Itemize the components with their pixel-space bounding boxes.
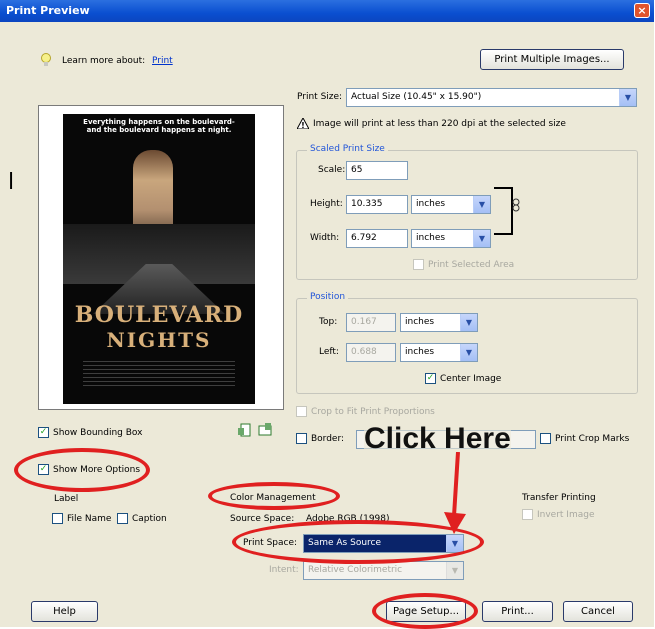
width-unit-select[interactable]: inches ▼ bbox=[411, 229, 491, 248]
annotation-arrow bbox=[444, 452, 466, 534]
print-size-value: Actual Size (10.45" x 15.90") bbox=[351, 92, 482, 102]
side-letter: l bbox=[8, 170, 15, 195]
scale-input[interactable]: 65 bbox=[346, 161, 408, 180]
file-name-label: File Name bbox=[67, 514, 112, 524]
poster-tagline: Everything happens on the boulevard- and… bbox=[83, 118, 235, 134]
top-label: Top: bbox=[319, 317, 338, 327]
learn-more-label: Learn more about: bbox=[62, 56, 146, 66]
svg-text:!: ! bbox=[301, 121, 305, 129]
intent-value: Relative Colorimetric bbox=[308, 565, 403, 575]
top-input[interactable]: 0.167 bbox=[346, 313, 396, 332]
file-name-checkbox[interactable] bbox=[52, 513, 63, 524]
invert-image-checkbox[interactable] bbox=[522, 509, 533, 520]
lightbulb-icon bbox=[41, 53, 51, 66]
poster-image: Everything happens on the boulevard- and… bbox=[63, 114, 255, 404]
label-section-title: Label bbox=[54, 494, 79, 504]
height-label: Height: bbox=[310, 199, 343, 209]
position-title: Position bbox=[307, 292, 349, 302]
left-unit-select[interactable]: inches ▼ bbox=[400, 343, 478, 362]
show-bounding-box-checkbox[interactable]: ✓ bbox=[38, 427, 49, 438]
scale-label: Scale: bbox=[318, 165, 346, 175]
border-checkbox[interactable] bbox=[296, 433, 307, 444]
print-help-link[interactable]: Print bbox=[152, 56, 173, 66]
print-preview-area: Everything happens on the boulevard- and… bbox=[38, 105, 284, 410]
annotation-oval-show-more-options bbox=[14, 448, 150, 492]
chevron-down-icon[interactable]: ▼ bbox=[473, 230, 490, 247]
show-bounding-box-label: Show Bounding Box bbox=[53, 428, 143, 438]
chevron-down-icon[interactable]: ▼ bbox=[619, 89, 636, 106]
poster-title-line2: NIGHTS bbox=[106, 328, 212, 352]
crop-to-fit-checkbox[interactable] bbox=[296, 406, 307, 417]
invert-image-label: Invert Image bbox=[537, 510, 595, 520]
chevron-down-icon[interactable]: ▼ bbox=[460, 314, 477, 331]
print-button[interactable]: Print... bbox=[482, 601, 553, 622]
intent-label: Intent: bbox=[269, 565, 299, 575]
close-icon[interactable]: × bbox=[634, 3, 650, 18]
print-selected-area-label: Print Selected Area bbox=[428, 260, 515, 270]
window-title: Print Preview bbox=[6, 4, 90, 17]
chevron-down-icon[interactable]: ▼ bbox=[460, 344, 477, 361]
annotation-oval-color-management bbox=[208, 482, 340, 510]
source-space-label: Source Space: bbox=[230, 514, 295, 524]
scaled-print-size-title: Scaled Print Size bbox=[307, 144, 388, 154]
click-here-label: Click Here bbox=[364, 422, 511, 456]
height-unit-select[interactable]: inches ▼ bbox=[411, 195, 491, 214]
annotation-oval-page-setup bbox=[372, 593, 478, 629]
top-unit-value: inches bbox=[405, 317, 435, 327]
dpi-warning-text: Image will print at less than 220 dpi at… bbox=[313, 119, 566, 129]
caption-checkbox[interactable] bbox=[117, 513, 128, 524]
portrait-orientation-icon[interactable] bbox=[238, 423, 252, 437]
height-unit-value: inches bbox=[416, 199, 446, 209]
intent-select[interactable]: Relative Colorimetric ▼ bbox=[303, 561, 464, 580]
center-image-checkbox[interactable]: ✓ bbox=[425, 373, 436, 384]
left-input[interactable]: 0.688 bbox=[346, 343, 396, 362]
top-unit-select[interactable]: inches ▼ bbox=[400, 313, 478, 332]
print-size-label: Print Size: bbox=[297, 92, 343, 102]
print-selected-area-checkbox[interactable] bbox=[413, 259, 424, 270]
cancel-button[interactable]: Cancel bbox=[563, 601, 633, 622]
left-label: Left: bbox=[319, 347, 339, 357]
warning-icon: ! bbox=[297, 118, 309, 129]
print-size-select[interactable]: Actual Size (10.45" x 15.90") ▼ bbox=[346, 88, 637, 107]
poster-title-line1: BOULEVARD bbox=[74, 302, 244, 328]
print-crop-marks-label: Print Crop Marks bbox=[555, 434, 630, 444]
width-label: Width: bbox=[310, 233, 340, 243]
height-input[interactable]: 10.335 bbox=[346, 195, 408, 214]
width-unit-value: inches bbox=[416, 233, 446, 243]
landscape-orientation-icon[interactable] bbox=[258, 423, 272, 437]
border-label: Border: bbox=[311, 434, 345, 444]
help-button[interactable]: Help bbox=[31, 601, 98, 622]
width-input[interactable]: 6.792 bbox=[346, 229, 408, 248]
title-bar: Print Preview × bbox=[0, 0, 654, 22]
left-unit-value: inches bbox=[405, 347, 435, 357]
print-crop-marks-checkbox[interactable] bbox=[540, 433, 551, 444]
poster-credits bbox=[83, 358, 235, 388]
crop-to-fit-label: Crop to Fit Print Proportions bbox=[311, 407, 435, 417]
link-icon[interactable] bbox=[512, 198, 520, 212]
print-multiple-images-button[interactable]: Print Multiple Images... bbox=[480, 49, 624, 70]
chevron-down-icon[interactable]: ▼ bbox=[473, 196, 490, 213]
chevron-down-icon[interactable]: ▼ bbox=[446, 562, 463, 579]
center-image-label: Center Image bbox=[440, 374, 502, 384]
caption-label: Caption bbox=[132, 514, 167, 524]
transfer-printing-title: Transfer Printing bbox=[522, 493, 596, 503]
